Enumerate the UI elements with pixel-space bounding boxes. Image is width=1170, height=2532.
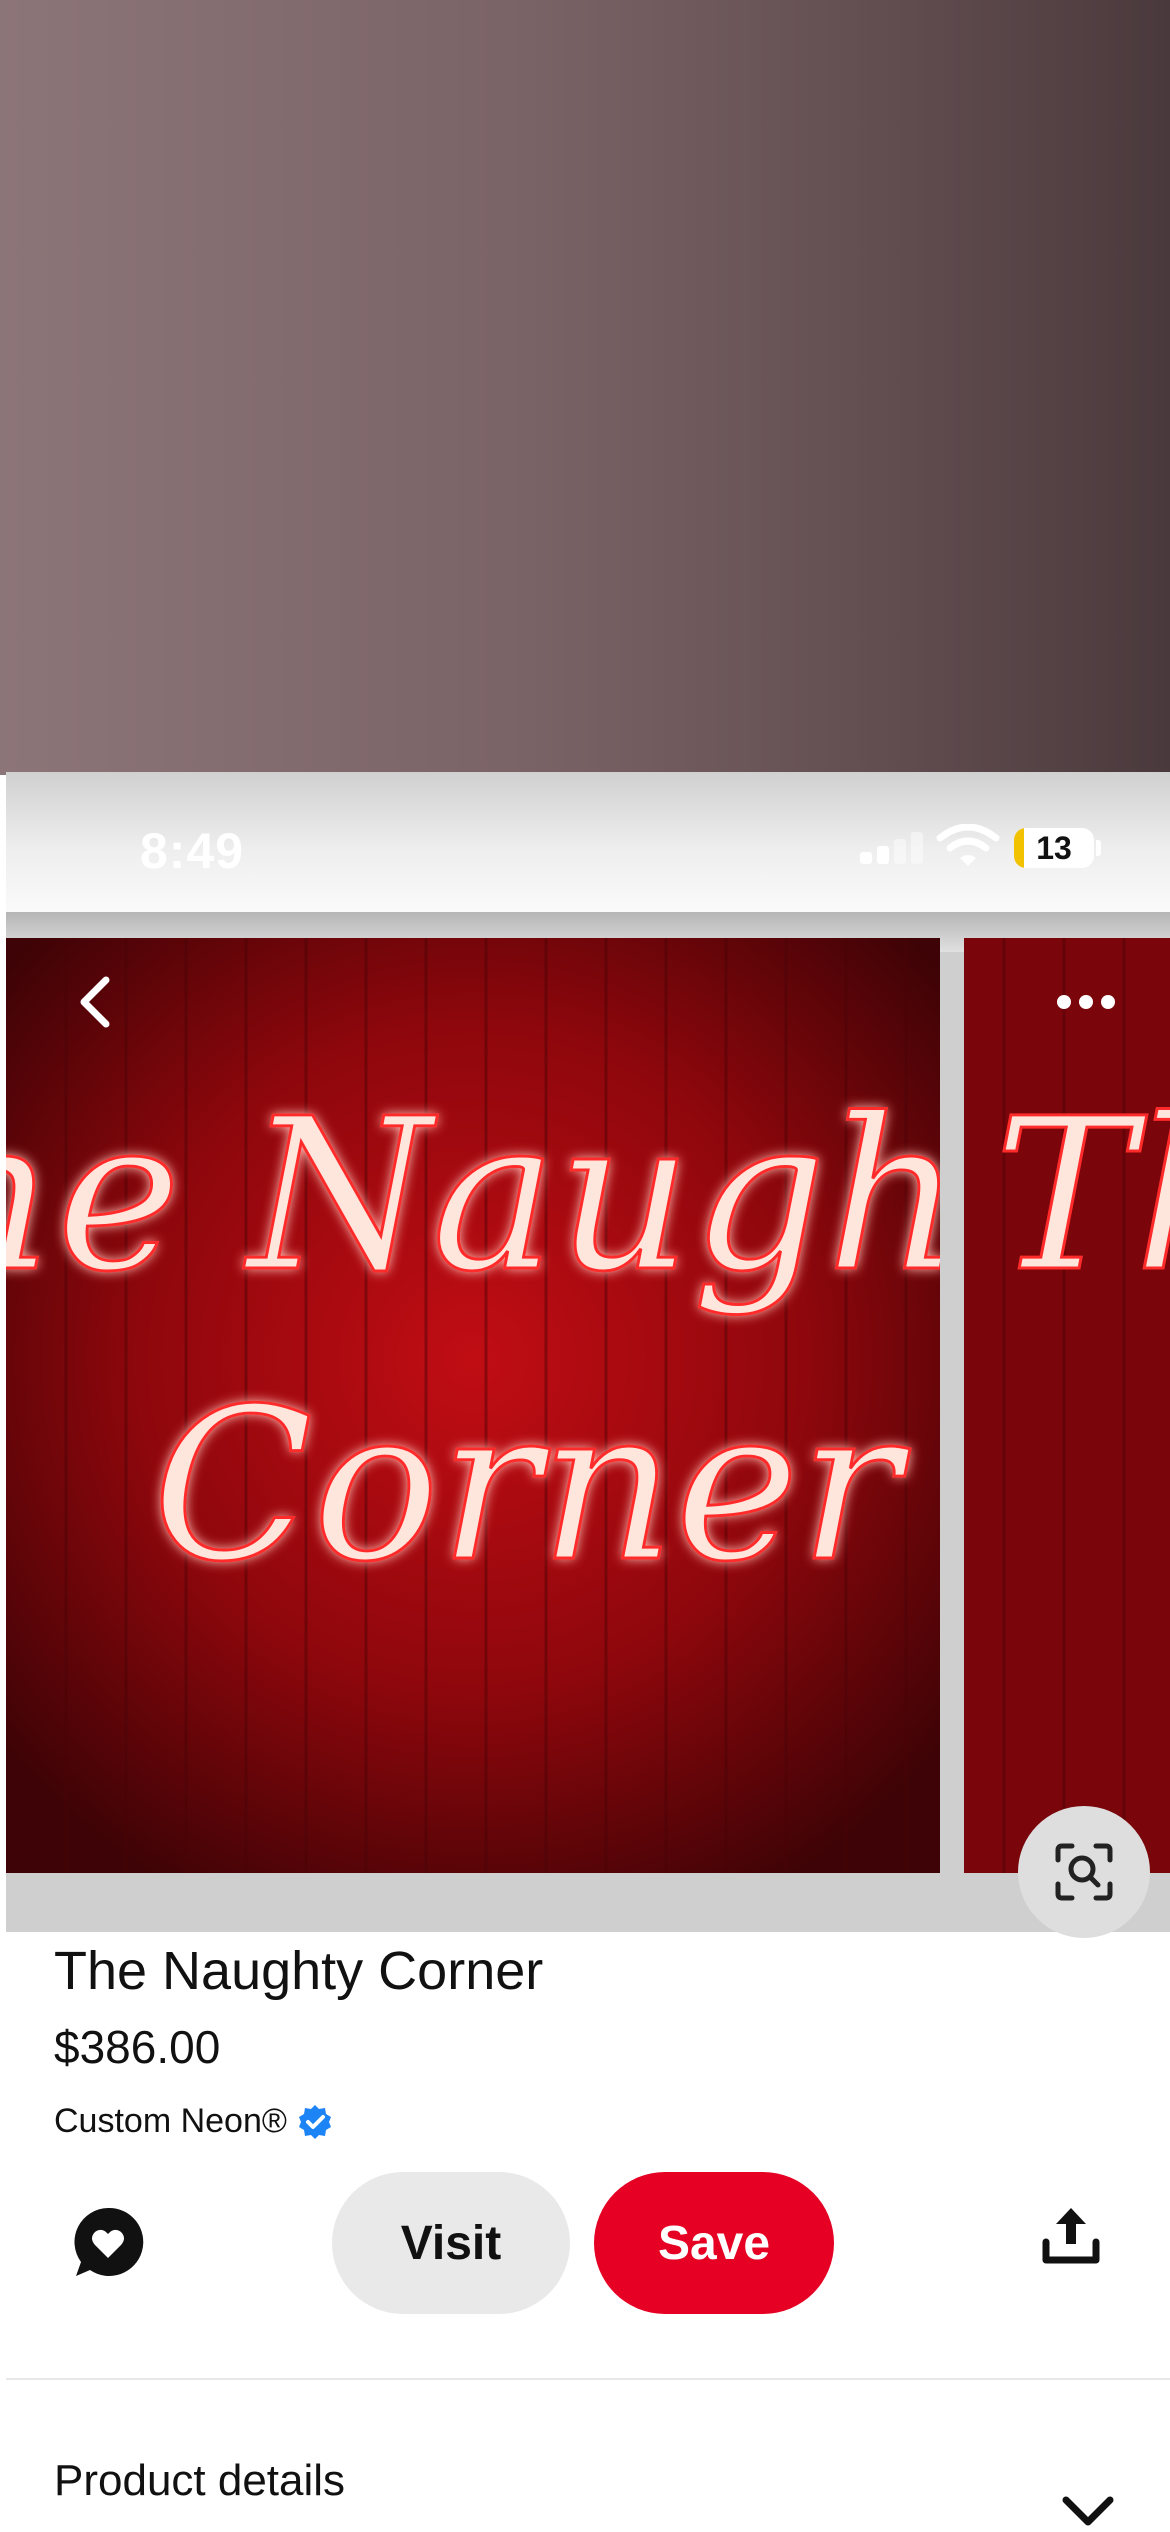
product-image[interactable]: The Naughty Corner [6,938,940,1873]
status-bar: 8:49 13 [6,772,1170,912]
visual-search-button[interactable] [1018,1806,1150,1938]
comment-button[interactable] [68,2202,148,2282]
back-button[interactable] [68,972,128,1032]
more-options-button[interactable] [1046,982,1126,1022]
background-wallpaper [0,0,1170,775]
wifi-icon [936,824,1000,866]
lens-search-icon [1055,1843,1113,1901]
neon-sign-peek: Th [994,1073,1170,1318]
pin-sheet: 8:49 13 e Naugh Corner T The Naughty Cor… [6,772,1170,2532]
merchant-link[interactable]: Custom Neon® [54,2102,333,2141]
battery-indicator: 13 [1014,828,1094,868]
visit-button[interactable]: Visit [332,2172,570,2314]
next-product-image[interactable]: Th [964,938,1170,1873]
section-divider [6,2378,1170,2380]
battery-nub [1096,840,1101,856]
share-button[interactable] [1038,2202,1104,2268]
chevron-left-icon [80,976,110,1028]
product-price: $386.00 [54,2021,221,2073]
ellipsis-icon [1057,995,1071,1009]
neon-sign-line-1: The Naughty [6,1073,940,1318]
save-button[interactable]: Save [594,2172,834,2314]
product-title: The Naughty Corner [54,1941,544,2001]
cellular-signal-icon [860,832,924,864]
product-details-heading[interactable]: Product details [54,2456,345,2506]
action-bar: Visit Save [6,2172,1170,2352]
verified-check-icon [298,2104,331,2139]
neon-sign-line-2: Corner [152,1363,910,1608]
status-time: 8:49 [140,823,245,879]
battery-level: 13 [1036,829,1072,866]
chevron-down-icon[interactable] [1060,2494,1116,2530]
share-icon [1056,2208,1086,2244]
merchant-name: Custom Neon® [54,2102,287,2140]
